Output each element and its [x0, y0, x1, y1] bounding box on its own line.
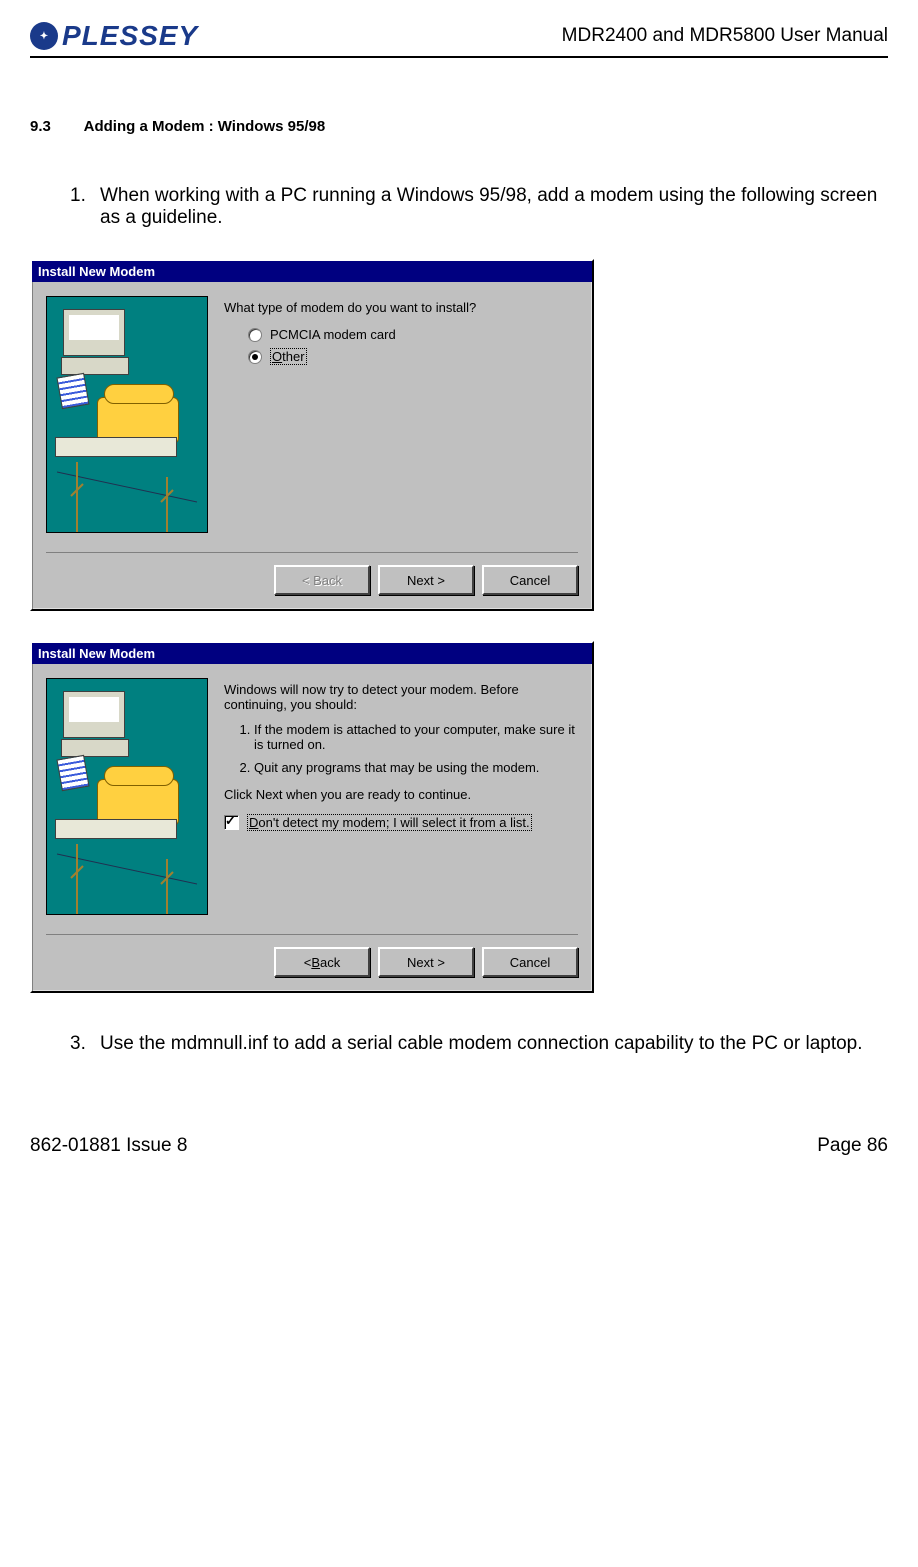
- step-1: 1. When working with a PC running a Wind…: [70, 185, 888, 229]
- step-1-number: 1.: [70, 185, 100, 229]
- install-modem-dialog-2: Install New Modem Windows will now try t…: [30, 641, 594, 993]
- section-number: 9.3: [30, 118, 80, 135]
- install-modem-dialog-1: Install New Modem What type of modem do …: [30, 259, 594, 611]
- dialog1-title: Install New Modem: [32, 261, 592, 282]
- step-3-number: 3.: [70, 1033, 100, 1055]
- footer-right: Page 86: [817, 1135, 888, 1157]
- cancel-button[interactable]: Cancel: [482, 565, 578, 595]
- dont-detect-checkbox-row[interactable]: Don't detect my modem; I will select it …: [224, 814, 578, 831]
- page-footer: 862-01881 Issue 8 Page 86: [30, 1135, 888, 1157]
- document-title: MDR2400 and MDR5800 User Manual: [562, 25, 888, 47]
- cancel-button[interactable]: Cancel: [482, 947, 578, 977]
- dialog2-steps: If the modem is attached to your compute…: [234, 722, 578, 775]
- logo-text: PLESSEY: [62, 20, 198, 52]
- step-3-text: Use the mdmnull.inf to add a serial cabl…: [100, 1033, 888, 1055]
- dialog2-ready: Click Next when you are ready to continu…: [224, 787, 578, 802]
- page-header: ✦ PLESSEY MDR2400 and MDR5800 User Manua…: [30, 20, 888, 58]
- next-button[interactable]: Next >: [378, 565, 474, 595]
- step-1-text: When working with a PC running a Windows…: [100, 185, 888, 229]
- dialog1-illustration: [46, 296, 208, 533]
- radio-icon-selected: [248, 350, 262, 364]
- dialog2-step2: Quit any programs that may be using the …: [254, 760, 578, 775]
- dialog2-step1: If the modem is attached to your compute…: [254, 722, 578, 752]
- radio-icon: [248, 328, 262, 342]
- back-button[interactable]: < Back: [274, 947, 370, 977]
- dialog2-intro: Windows will now try to detect your mode…: [224, 682, 578, 712]
- back-button[interactable]: < Back: [274, 565, 370, 595]
- radio-other-label: Other: [270, 348, 307, 365]
- section-title: Adding a Modem : Windows 95/98: [84, 118, 326, 135]
- dialog2-title: Install New Modem: [32, 643, 592, 664]
- section-heading: 9.3 Adding a Modem : Windows 95/98: [30, 118, 888, 135]
- dialog2-illustration: [46, 678, 208, 915]
- step-3: 3. Use the mdmnull.inf to add a serial c…: [70, 1033, 888, 1055]
- footer-left: 862-01881 Issue 8: [30, 1135, 187, 1157]
- radio-pcmcia-label: PCMCIA modem card: [270, 327, 396, 342]
- radio-pcmcia[interactable]: PCMCIA modem card: [248, 327, 578, 342]
- next-button[interactable]: Next >: [378, 947, 474, 977]
- checkbox-icon: [224, 815, 239, 830]
- logo-icon: ✦: [30, 22, 58, 50]
- radio-other[interactable]: Other: [248, 348, 578, 365]
- dialog1-question: What type of modem do you want to instal…: [224, 300, 578, 315]
- dont-detect-label: Don't detect my modem; I will select it …: [247, 814, 532, 831]
- logo: ✦ PLESSEY: [30, 20, 198, 52]
